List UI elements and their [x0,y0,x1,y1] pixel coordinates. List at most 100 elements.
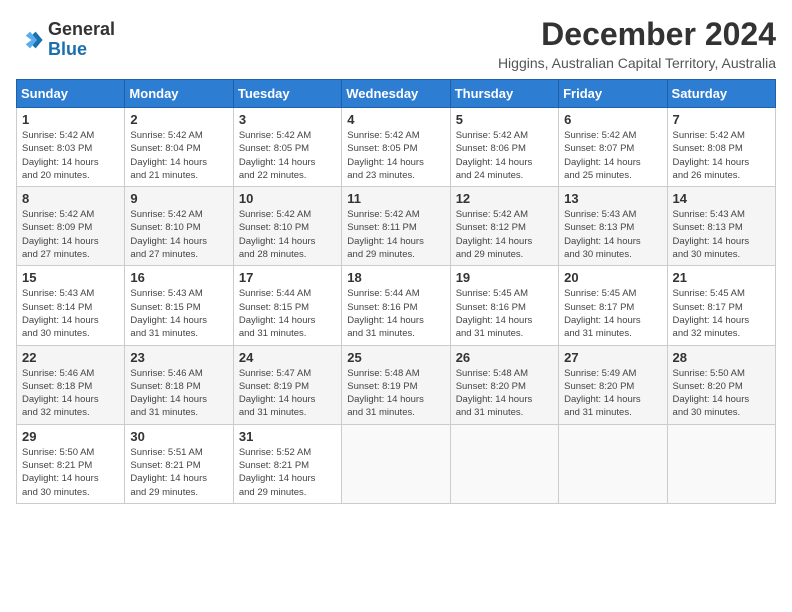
day-info: Sunrise: 5:47 AMSunset: 8:19 PMDaylight:… [239,367,336,420]
calendar-cell: 2 Sunrise: 5:42 AMSunset: 8:04 PMDaylight… [125,108,233,187]
day-header-tuesday: Tuesday [233,80,341,108]
calendar-cell [667,424,775,503]
calendar-cell: 14Sunrise: 5:43 AMSunset: 8:13 PMDayligh… [667,187,775,266]
day-number: 23 [130,350,227,365]
day-info: Sunrise: 5:42 AMSunset: 8:05 PMDaylight:… [347,129,444,182]
day-info: Sunrise: 5:46 AMSunset: 8:18 PMDaylight:… [130,367,227,420]
day-header-monday: Monday [125,80,233,108]
calendar-cell [559,424,667,503]
day-number: 2 [130,112,227,127]
day-info: Sunrise: 5:48 AMSunset: 8:19 PMDaylight:… [347,367,444,420]
day-info: Sunrise: 5:42 AMSunset: 8:09 PMDaylight:… [22,208,119,261]
calendar-cell: 3 Sunrise: 5:42 AMSunset: 8:05 PMDaylight… [233,108,341,187]
calendar-cell [342,424,450,503]
day-info: Sunrise: 5:43 AMSunset: 8:13 PMDaylight:… [564,208,661,261]
day-info: Sunrise: 5:42 AMSunset: 8:08 PMDaylight:… [673,129,770,182]
day-number: 30 [130,429,227,444]
calendar-week-2: 8 Sunrise: 5:42 AMSunset: 8:09 PMDaylight… [17,187,776,266]
day-info: Sunrise: 5:42 AMSunset: 8:07 PMDaylight:… [564,129,661,182]
day-number: 1 [22,112,119,127]
day-number: 31 [239,429,336,444]
day-info: Sunrise: 5:50 AMSunset: 8:20 PMDaylight:… [673,367,770,420]
day-number: 25 [347,350,444,365]
day-number: 28 [673,350,770,365]
day-number: 20 [564,270,661,285]
day-info: Sunrise: 5:42 AMSunset: 8:10 PMDaylight:… [239,208,336,261]
calendar-cell: 10 Sunrise: 5:42 AMSunset: 8:10 PMDayligh… [233,187,341,266]
calendar-cell: 20 Sunrise: 5:45 AMSunset: 8:17 PMDayligh… [559,266,667,345]
logo-blue: Blue [48,39,87,59]
calendar-cell: 5Sunrise: 5:42 AMSunset: 8:06 PMDaylight… [450,108,558,187]
day-number: 17 [239,270,336,285]
calendar-cell: 21 Sunrise: 5:45 AMSunset: 8:17 PMDayligh… [667,266,775,345]
day-info: Sunrise: 5:42 AMSunset: 8:10 PMDaylight:… [130,208,227,261]
calendar-cell: 13Sunrise: 5:43 AMSunset: 8:13 PMDayligh… [559,187,667,266]
calendar-cell: 28 Sunrise: 5:50 AMSunset: 8:20 PMDayligh… [667,345,775,424]
day-header-wednesday: Wednesday [342,80,450,108]
day-number: 4 [347,112,444,127]
day-info: Sunrise: 5:44 AMSunset: 8:16 PMDaylight:… [347,287,444,340]
day-number: 18 [347,270,444,285]
calendar-cell: 31 Sunrise: 5:52 AMSunset: 8:21 PMDayligh… [233,424,341,503]
day-info: Sunrise: 5:51 AMSunset: 8:21 PMDaylight:… [130,446,227,499]
calendar-cell: 27 Sunrise: 5:49 AMSunset: 8:20 PMDayligh… [559,345,667,424]
calendar-cell: 1 Sunrise: 5:42 AMSunset: 8:03 PMDaylight… [17,108,125,187]
calendar-cell: 4 Sunrise: 5:42 AMSunset: 8:05 PMDaylight… [342,108,450,187]
day-number: 27 [564,350,661,365]
calendar-cell: 24 Sunrise: 5:47 AMSunset: 8:19 PMDayligh… [233,345,341,424]
day-number: 11 [347,191,444,206]
day-info: Sunrise: 5:45 AMSunset: 8:17 PMDaylight:… [673,287,770,340]
calendar-cell: 12 Sunrise: 5:42 AMSunset: 8:12 PMDayligh… [450,187,558,266]
logo-general: General [48,19,115,39]
day-number: 22 [22,350,119,365]
calendar-cell: 15Sunrise: 5:43 AMSunset: 8:14 PMDayligh… [17,266,125,345]
day-number: 16 [130,270,227,285]
day-number: 3 [239,112,336,127]
day-header-sunday: Sunday [17,80,125,108]
calendar-cell: 29Sunrise: 5:50 AMSunset: 8:21 PMDayligh… [17,424,125,503]
calendar-cell: 17 Sunrise: 5:44 AMSunset: 8:15 PMDayligh… [233,266,341,345]
day-number: 12 [456,191,553,206]
day-number: 26 [456,350,553,365]
day-info: Sunrise: 5:42 AMSunset: 8:05 PMDaylight:… [239,129,336,182]
day-info: Sunrise: 5:50 AMSunset: 8:21 PMDaylight:… [22,446,119,499]
calendar-cell [450,424,558,503]
day-info: Sunrise: 5:42 AMSunset: 8:04 PMDaylight:… [130,129,227,182]
day-header-thursday: Thursday [450,80,558,108]
day-info: Sunrise: 5:48 AMSunset: 8:20 PMDaylight:… [456,367,553,420]
day-info: Sunrise: 5:49 AMSunset: 8:20 PMDaylight:… [564,367,661,420]
calendar-week-5: 29Sunrise: 5:50 AMSunset: 8:21 PMDayligh… [17,424,776,503]
day-info: Sunrise: 5:43 AMSunset: 8:13 PMDaylight:… [673,208,770,261]
day-number: 10 [239,191,336,206]
day-number: 15 [22,270,119,285]
calendar-cell: 8 Sunrise: 5:42 AMSunset: 8:09 PMDaylight… [17,187,125,266]
day-number: 6 [564,112,661,127]
day-number: 9 [130,191,227,206]
day-info: Sunrise: 5:42 AMSunset: 8:03 PMDaylight:… [22,129,119,182]
logo-text: General Blue [48,20,115,60]
day-number: 5 [456,112,553,127]
calendar-cell: 26 Sunrise: 5:48 AMSunset: 8:20 PMDayligh… [450,345,558,424]
calendar-cell: 22Sunrise: 5:46 AMSunset: 8:18 PMDayligh… [17,345,125,424]
day-info: Sunrise: 5:42 AMSunset: 8:12 PMDaylight:… [456,208,553,261]
day-info: Sunrise: 5:42 AMSunset: 8:11 PMDaylight:… [347,208,444,261]
calendar-cell: 19Sunrise: 5:45 AMSunset: 8:16 PMDayligh… [450,266,558,345]
day-number: 8 [22,191,119,206]
calendar-cell: 7Sunrise: 5:42 AMSunset: 8:08 PMDaylight… [667,108,775,187]
logo-icon [16,26,44,54]
day-info: Sunrise: 5:52 AMSunset: 8:21 PMDaylight:… [239,446,336,499]
calendar-week-3: 15Sunrise: 5:43 AMSunset: 8:14 PMDayligh… [17,266,776,345]
calendar-cell: 23 Sunrise: 5:46 AMSunset: 8:18 PMDayligh… [125,345,233,424]
day-number: 24 [239,350,336,365]
day-number: 19 [456,270,553,285]
day-info: Sunrise: 5:44 AMSunset: 8:15 PMDaylight:… [239,287,336,340]
day-info: Sunrise: 5:45 AMSunset: 8:17 PMDaylight:… [564,287,661,340]
header: General Blue December 2024 Higgins, Aust… [16,16,776,71]
calendar-cell: 30 Sunrise: 5:51 AMSunset: 8:21 PMDayligh… [125,424,233,503]
calendar-header-row: SundayMondayTuesdayWednesdayThursdayFrid… [17,80,776,108]
calendar-cell: 25 Sunrise: 5:48 AMSunset: 8:19 PMDayligh… [342,345,450,424]
day-number: 21 [673,270,770,285]
title-area: December 2024 Higgins, Australian Capita… [498,16,776,71]
day-info: Sunrise: 5:43 AMSunset: 8:15 PMDaylight:… [130,287,227,340]
calendar-cell: 9 Sunrise: 5:42 AMSunset: 8:10 PMDaylight… [125,187,233,266]
